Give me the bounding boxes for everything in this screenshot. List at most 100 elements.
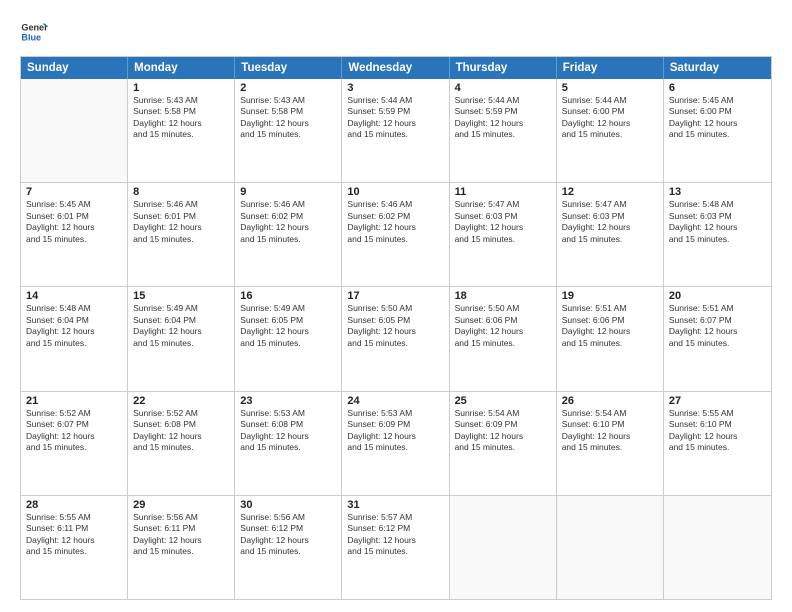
- page: General Blue SundayMondayTuesdayWednesda…: [0, 0, 792, 612]
- calendar-header-cell: Wednesday: [342, 57, 449, 79]
- calendar-cell: 7Sunrise: 5:45 AMSunset: 6:01 PMDaylight…: [21, 183, 128, 286]
- calendar: SundayMondayTuesdayWednesdayThursdayFrid…: [20, 56, 772, 600]
- calendar-cell: 25Sunrise: 5:54 AMSunset: 6:09 PMDayligh…: [450, 392, 557, 495]
- day-number: 23: [240, 395, 336, 407]
- calendar-cell: 31Sunrise: 5:57 AMSunset: 6:12 PMDayligh…: [342, 496, 449, 599]
- calendar-cell: 9Sunrise: 5:46 AMSunset: 6:02 PMDaylight…: [235, 183, 342, 286]
- cell-info: Sunrise: 5:54 AMSunset: 6:10 PMDaylight:…: [562, 408, 658, 454]
- calendar-header: SundayMondayTuesdayWednesdayThursdayFrid…: [21, 57, 771, 79]
- day-number: 29: [133, 499, 229, 511]
- day-number: 15: [133, 290, 229, 302]
- calendar-cell: 21Sunrise: 5:52 AMSunset: 6:07 PMDayligh…: [21, 392, 128, 495]
- day-number: 5: [562, 82, 658, 94]
- calendar-cell: 2Sunrise: 5:43 AMSunset: 5:58 PMDaylight…: [235, 79, 342, 182]
- calendar-header-cell: Friday: [557, 57, 664, 79]
- day-number: 24: [347, 395, 443, 407]
- calendar-header-cell: Tuesday: [235, 57, 342, 79]
- cell-info: Sunrise: 5:45 AMSunset: 6:00 PMDaylight:…: [669, 95, 766, 141]
- calendar-row: 14Sunrise: 5:48 AMSunset: 6:04 PMDayligh…: [21, 286, 771, 390]
- day-number: 6: [669, 82, 766, 94]
- cell-info: Sunrise: 5:47 AMSunset: 6:03 PMDaylight:…: [455, 199, 551, 245]
- cell-info: Sunrise: 5:55 AMSunset: 6:11 PMDaylight:…: [26, 512, 122, 558]
- calendar-cell: 17Sunrise: 5:50 AMSunset: 6:05 PMDayligh…: [342, 287, 449, 390]
- calendar-cell: 26Sunrise: 5:54 AMSunset: 6:10 PMDayligh…: [557, 392, 664, 495]
- day-number: 8: [133, 186, 229, 198]
- day-number: 10: [347, 186, 443, 198]
- day-number: 13: [669, 186, 766, 198]
- day-number: 22: [133, 395, 229, 407]
- logo: General Blue: [20, 18, 52, 46]
- calendar-cell: 8Sunrise: 5:46 AMSunset: 6:01 PMDaylight…: [128, 183, 235, 286]
- calendar-cell: 27Sunrise: 5:55 AMSunset: 6:10 PMDayligh…: [664, 392, 771, 495]
- calendar-cell: 12Sunrise: 5:47 AMSunset: 6:03 PMDayligh…: [557, 183, 664, 286]
- day-number: 3: [347, 82, 443, 94]
- calendar-header-cell: Sunday: [21, 57, 128, 79]
- day-number: 1: [133, 82, 229, 94]
- day-number: 9: [240, 186, 336, 198]
- day-number: 28: [26, 499, 122, 511]
- day-number: 2: [240, 82, 336, 94]
- cell-info: Sunrise: 5:55 AMSunset: 6:10 PMDaylight:…: [669, 408, 766, 454]
- calendar-cell: 18Sunrise: 5:50 AMSunset: 6:06 PMDayligh…: [450, 287, 557, 390]
- calendar-cell: 10Sunrise: 5:46 AMSunset: 6:02 PMDayligh…: [342, 183, 449, 286]
- calendar-cell: 24Sunrise: 5:53 AMSunset: 6:09 PMDayligh…: [342, 392, 449, 495]
- calendar-cell: 30Sunrise: 5:56 AMSunset: 6:12 PMDayligh…: [235, 496, 342, 599]
- calendar-header-cell: Monday: [128, 57, 235, 79]
- cell-info: Sunrise: 5:44 AMSunset: 6:00 PMDaylight:…: [562, 95, 658, 141]
- cell-info: Sunrise: 5:53 AMSunset: 6:09 PMDaylight:…: [347, 408, 443, 454]
- calendar-cell: [21, 79, 128, 182]
- calendar-cell: 19Sunrise: 5:51 AMSunset: 6:06 PMDayligh…: [557, 287, 664, 390]
- cell-info: Sunrise: 5:51 AMSunset: 6:06 PMDaylight:…: [562, 303, 658, 349]
- calendar-header-cell: Thursday: [450, 57, 557, 79]
- cell-info: Sunrise: 5:44 AMSunset: 5:59 PMDaylight:…: [347, 95, 443, 141]
- cell-info: Sunrise: 5:50 AMSunset: 6:06 PMDaylight:…: [455, 303, 551, 349]
- calendar-cell: 6Sunrise: 5:45 AMSunset: 6:00 PMDaylight…: [664, 79, 771, 182]
- day-number: 7: [26, 186, 122, 198]
- cell-info: Sunrise: 5:57 AMSunset: 6:12 PMDaylight:…: [347, 512, 443, 558]
- calendar-cell: 13Sunrise: 5:48 AMSunset: 6:03 PMDayligh…: [664, 183, 771, 286]
- cell-info: Sunrise: 5:53 AMSunset: 6:08 PMDaylight:…: [240, 408, 336, 454]
- calendar-row: 28Sunrise: 5:55 AMSunset: 6:11 PMDayligh…: [21, 495, 771, 599]
- day-number: 20: [669, 290, 766, 302]
- calendar-cell: 15Sunrise: 5:49 AMSunset: 6:04 PMDayligh…: [128, 287, 235, 390]
- day-number: 21: [26, 395, 122, 407]
- cell-info: Sunrise: 5:44 AMSunset: 5:59 PMDaylight:…: [455, 95, 551, 141]
- calendar-cell: [557, 496, 664, 599]
- header: General Blue: [20, 18, 772, 46]
- calendar-cell: 1Sunrise: 5:43 AMSunset: 5:58 PMDaylight…: [128, 79, 235, 182]
- day-number: 14: [26, 290, 122, 302]
- cell-info: Sunrise: 5:54 AMSunset: 6:09 PMDaylight:…: [455, 408, 551, 454]
- calendar-cell: 16Sunrise: 5:49 AMSunset: 6:05 PMDayligh…: [235, 287, 342, 390]
- day-number: 12: [562, 186, 658, 198]
- cell-info: Sunrise: 5:46 AMSunset: 6:02 PMDaylight:…: [347, 199, 443, 245]
- day-number: 16: [240, 290, 336, 302]
- day-number: 26: [562, 395, 658, 407]
- day-number: 17: [347, 290, 443, 302]
- cell-info: Sunrise: 5:56 AMSunset: 6:12 PMDaylight:…: [240, 512, 336, 558]
- calendar-body: 1Sunrise: 5:43 AMSunset: 5:58 PMDaylight…: [21, 79, 771, 599]
- calendar-cell: 22Sunrise: 5:52 AMSunset: 6:08 PMDayligh…: [128, 392, 235, 495]
- cell-info: Sunrise: 5:51 AMSunset: 6:07 PMDaylight:…: [669, 303, 766, 349]
- calendar-cell: 14Sunrise: 5:48 AMSunset: 6:04 PMDayligh…: [21, 287, 128, 390]
- cell-info: Sunrise: 5:56 AMSunset: 6:11 PMDaylight:…: [133, 512, 229, 558]
- calendar-cell: 20Sunrise: 5:51 AMSunset: 6:07 PMDayligh…: [664, 287, 771, 390]
- calendar-cell: 28Sunrise: 5:55 AMSunset: 6:11 PMDayligh…: [21, 496, 128, 599]
- cell-info: Sunrise: 5:48 AMSunset: 6:03 PMDaylight:…: [669, 199, 766, 245]
- calendar-cell: [664, 496, 771, 599]
- cell-info: Sunrise: 5:50 AMSunset: 6:05 PMDaylight:…: [347, 303, 443, 349]
- cell-info: Sunrise: 5:43 AMSunset: 5:58 PMDaylight:…: [133, 95, 229, 141]
- cell-info: Sunrise: 5:43 AMSunset: 5:58 PMDaylight:…: [240, 95, 336, 141]
- calendar-cell: 23Sunrise: 5:53 AMSunset: 6:08 PMDayligh…: [235, 392, 342, 495]
- cell-info: Sunrise: 5:47 AMSunset: 6:03 PMDaylight:…: [562, 199, 658, 245]
- cell-info: Sunrise: 5:48 AMSunset: 6:04 PMDaylight:…: [26, 303, 122, 349]
- day-number: 25: [455, 395, 551, 407]
- cell-info: Sunrise: 5:52 AMSunset: 6:08 PMDaylight:…: [133, 408, 229, 454]
- day-number: 27: [669, 395, 766, 407]
- cell-info: Sunrise: 5:46 AMSunset: 6:01 PMDaylight:…: [133, 199, 229, 245]
- calendar-row: 1Sunrise: 5:43 AMSunset: 5:58 PMDaylight…: [21, 79, 771, 182]
- calendar-cell: 3Sunrise: 5:44 AMSunset: 5:59 PMDaylight…: [342, 79, 449, 182]
- svg-text:Blue: Blue: [21, 32, 41, 42]
- cell-info: Sunrise: 5:46 AMSunset: 6:02 PMDaylight:…: [240, 199, 336, 245]
- day-number: 30: [240, 499, 336, 511]
- cell-info: Sunrise: 5:45 AMSunset: 6:01 PMDaylight:…: [26, 199, 122, 245]
